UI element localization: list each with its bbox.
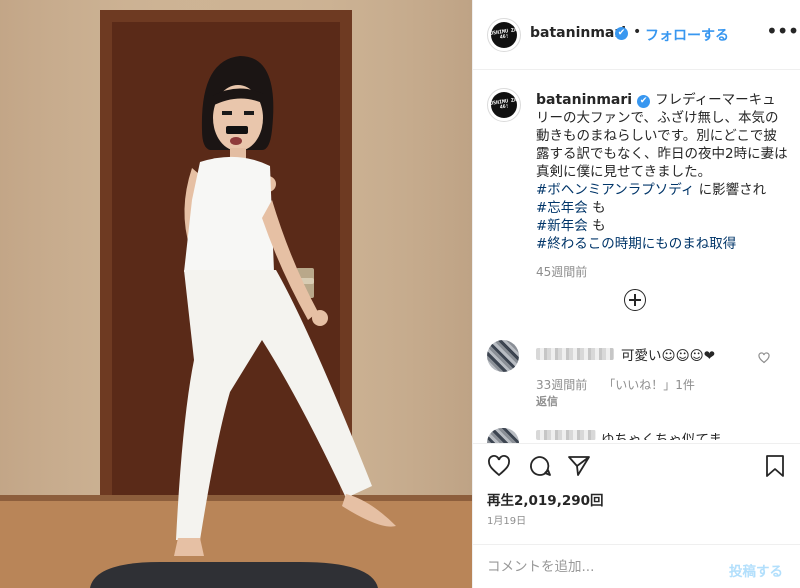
post-caption: bataninmari ✔ フレディーマーキュリーの大ファンで、ふざけ無し、本気の動… — [536, 91, 788, 253]
more-options-icon[interactable]: ••• — [766, 19, 799, 43]
caption-tag-suffix: も — [587, 218, 606, 234]
comment-box: 投稿する — [473, 544, 800, 588]
header-separator: • — [633, 24, 642, 40]
comment-heart-icon[interactable] — [758, 352, 770, 364]
comment-text: ゆちゃくちゃ似てま — [601, 432, 722, 440]
commenter-username-blurred[interactable] — [536, 430, 596, 440]
comment-text: 可愛い☺☺☺❤ — [621, 348, 716, 364]
hashtag-link[interactable]: #終わるこの時期にものまね取得 — [536, 236, 736, 252]
caption-avatar[interactable]: USHIMU ZA 46! — [487, 88, 521, 122]
post-date[interactable]: 1月19日 — [487, 512, 526, 527]
caption-verified-icon: ✔ — [637, 95, 651, 108]
hashtag-link[interactable]: #新年会 — [536, 218, 588, 234]
hashtag-link[interactable]: #ボヘンミアンラプソディ — [536, 182, 694, 198]
author-username[interactable]: bataninmari — [530, 25, 626, 41]
action-bar: 再生2,019,290回 1月19日 投稿する — [473, 443, 800, 588]
bookmark-icon[interactable] — [764, 454, 786, 478]
share-icon[interactable] — [567, 454, 591, 478]
post-header: USHIMU ZA 46! bataninmari ✔ • フォローする ••• — [473, 0, 800, 70]
caption-tag-suffix: も — [587, 200, 606, 216]
caption-timestamp[interactable]: 45週間前 — [536, 263, 587, 280]
views-count: 2,019,290 — [514, 493, 591, 509]
commenter-avatar[interactable] — [487, 428, 519, 443]
reply-button[interactable]: 返信 — [536, 393, 558, 409]
post-comment-button[interactable]: 投稿する — [729, 560, 783, 580]
comment-icon[interactable] — [527, 454, 553, 478]
hashtag-link[interactable]: #忘年会 — [536, 200, 588, 216]
views-label: 再生 — [487, 493, 514, 509]
post-video[interactable] — [0, 0, 472, 588]
view-count[interactable]: 再生2,019,290回 — [487, 489, 604, 509]
author-avatar[interactable]: USHIMU ZA 46! — [487, 18, 521, 52]
comment-meta: 33週間前 「いいね！」1件 — [536, 376, 695, 393]
commenter-avatar[interactable] — [487, 340, 519, 372]
plus-circle-icon[interactable] — [624, 289, 646, 311]
post-panel: USHIMU ZA 46! bataninmari ✔ • フォローする •••… — [472, 0, 800, 588]
comment-timestamp[interactable]: 33週間前 — [536, 378, 587, 392]
heart-icon[interactable] — [486, 454, 512, 478]
caption-tag-suffix: に影響され — [694, 182, 767, 198]
caption-username[interactable]: bataninmari — [536, 92, 632, 108]
follow-button[interactable]: フォローする — [645, 25, 729, 45]
verified-icon: ✔ — [615, 27, 628, 40]
comment-likes[interactable]: 「いいね！」1件 — [603, 378, 695, 392]
comment-input[interactable] — [487, 559, 707, 575]
video-frame-illustration — [0, 0, 472, 588]
commenter-username-blurred[interactable] — [536, 348, 614, 360]
views-suffix: 回 — [590, 493, 604, 509]
